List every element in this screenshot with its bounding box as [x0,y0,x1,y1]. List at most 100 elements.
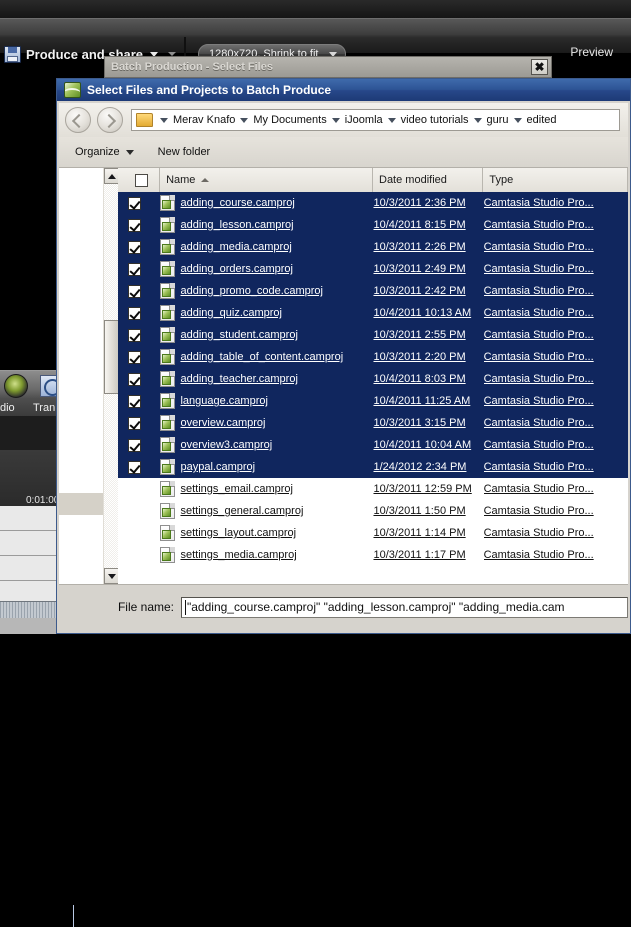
breadcrumb-item-2[interactable]: iJoomla [345,114,383,126]
file-date-text: 10/3/2011 12:59 PM [373,483,472,495]
file-row-checkbox-cell[interactable] [118,240,160,254]
table-row[interactable]: settings_email.camproj 10/3/2011 12:59 PM… [118,478,628,500]
editor-tab-transitions-label[interactable]: Tran [33,402,55,414]
file-row-checkbox-cell[interactable] [118,328,160,342]
select-all-checkbox[interactable] [135,173,149,187]
table-row[interactable]: adding_promo_code.camproj 10/3/2011 2:42 … [118,280,628,302]
table-row[interactable]: overview3.camproj 10/4/2011 10:04 AM Camta… [118,434,628,456]
file-row-checkbox-cell[interactable] [118,218,160,232]
file-name-text: overview.camproj [180,417,266,429]
organize-button[interactable]: Organize [67,141,142,163]
file-row-checkbox-cell[interactable] [118,350,160,364]
file-type-cell: Camtasia Studio Pro... [484,439,628,451]
file-name-input[interactable]: "adding_course.camproj" "adding_lesson.c… [181,596,628,618]
audio-icon[interactable] [4,374,28,398]
scroll-up-icon[interactable] [104,168,119,184]
file-checkbox[interactable] [128,460,141,474]
file-row-checkbox-cell[interactable] [118,284,160,298]
file-row-checkbox-cell[interactable] [118,438,160,452]
navigation-pane-scrollbar[interactable] [103,168,119,584]
table-row[interactable]: settings_layout.camproj 10/3/2011 1:14 PM… [118,522,628,544]
file-name-cell[interactable]: adding_lesson.camproj [160,217,373,233]
timeline-playhead[interactable] [73,905,74,927]
file-checkbox[interactable] [128,372,141,386]
file-name-cell[interactable]: adding_teacher.camproj [160,371,373,387]
address-bar[interactable]: Merav Knafo My Documents iJoomla video t… [131,109,620,131]
file-checkbox[interactable] [128,284,141,298]
table-row[interactable]: paypal.camproj 1/24/2012 2:34 PM Camtasia … [118,456,628,478]
file-row-checkbox-cell[interactable] [118,416,160,430]
file-row-checkbox-cell[interactable] [118,196,160,210]
file-checkbox[interactable] [128,262,141,276]
file-name-cell[interactable]: settings_media.camproj [160,547,373,563]
file-name-cell[interactable]: settings_general.camproj [160,503,373,519]
scrollbar-thumb[interactable] [104,320,119,394]
table-row[interactable]: adding_table_of_content.camproj 10/3/2011… [118,346,628,368]
file-checkbox[interactable] [128,328,141,342]
breadcrumb-item-4[interactable]: guru [487,114,509,126]
table-row[interactable]: adding_media.camproj 10/3/2011 2:26 PM Cam… [118,236,628,258]
file-name-cell[interactable]: adding_quiz.camproj [160,305,373,321]
file-checkbox[interactable] [128,306,141,320]
table-row[interactable]: settings_general.camproj 10/3/2011 1:50 P… [118,500,628,522]
table-row[interactable]: adding_course.camproj 10/3/2011 2:36 PM Ca… [118,192,628,214]
table-row[interactable]: settings_media.camproj 10/3/2011 1:17 PM C… [118,544,628,566]
forward-arrow-icon[interactable] [97,107,123,133]
file-row-checkbox-cell[interactable] [118,460,160,474]
file-list[interactable]: Name Date modified Type adding_course.ca… [118,168,628,584]
dialog-titlebar[interactable]: Select Files and Projects to Batch Produ… [57,79,630,101]
file-row-checkbox-cell[interactable] [118,306,160,320]
table-row[interactable]: adding_lesson.camproj 10/4/2011 8:15 PM Ca… [118,214,628,236]
batch-production-titlebar[interactable]: Batch Production - Select Files ✖ [104,56,552,78]
navigation-pane[interactable] [59,168,119,584]
table-row[interactable]: adding_teacher.camproj 10/4/2011 8:03 PM C… [118,368,628,390]
chevron-down-icon[interactable] [240,117,249,123]
file-checkbox[interactable] [128,394,141,408]
editor-tab-audio-label[interactable]: dio [0,402,15,414]
file-name-cell[interactable]: adding_course.camproj [160,195,373,211]
file-row-checkbox-cell[interactable] [118,394,160,408]
breadcrumb-item-3[interactable]: video tutorials [401,114,469,126]
file-name-cell[interactable]: adding_promo_code.camproj [160,283,373,299]
file-name-cell[interactable]: settings_layout.camproj [160,525,373,541]
chevron-down-icon[interactable] [513,117,522,123]
chevron-down-icon[interactable] [331,117,340,123]
file-name-cell[interactable]: settings_email.camproj [160,481,373,497]
navigation-pane-selected-item[interactable] [59,493,103,515]
breadcrumb-item-1[interactable]: My Documents [253,114,326,126]
file-checkbox[interactable] [128,218,141,232]
file-name-cell[interactable]: adding_student.camproj [160,327,373,343]
table-row[interactable]: overview.camproj 10/3/2011 3:15 PM Camtasi… [118,412,628,434]
file-checkbox[interactable] [128,350,141,364]
breadcrumb-item-5[interactable]: edited [527,114,557,126]
file-name-cell[interactable]: language.camproj [160,393,373,409]
file-name-cell[interactable]: paypal.camproj [160,459,373,475]
chevron-down-icon[interactable] [160,117,168,123]
chevron-down-icon[interactable] [387,117,396,123]
file-checkbox[interactable] [128,240,141,254]
file-name-cell[interactable]: overview3.camproj [160,437,373,453]
table-row[interactable]: adding_quiz.camproj 10/4/2011 10:13 AM Cam… [118,302,628,324]
file-checkbox[interactable] [128,196,141,210]
file-row-checkbox-cell[interactable] [118,262,160,276]
file-checkbox[interactable] [128,438,141,452]
column-header-select-all[interactable] [118,168,161,192]
new-folder-button[interactable]: New folder [150,141,219,163]
column-header-name[interactable]: Name [160,168,373,192]
close-icon[interactable]: ✖ [531,59,548,75]
file-name-cell[interactable]: adding_media.camproj [160,239,373,255]
column-header-type[interactable]: Type [483,168,628,192]
file-checkbox[interactable] [128,416,141,430]
breadcrumb-item-0[interactable]: Merav Knafo [173,114,235,126]
back-arrow-icon[interactable] [65,107,91,133]
file-name-cell[interactable]: adding_orders.camproj [160,261,373,277]
file-name-cell[interactable]: overview.camproj [160,415,373,431]
file-row-checkbox-cell[interactable] [118,372,160,386]
column-header-date-modified[interactable]: Date modified [373,168,484,192]
file-name-cell[interactable]: adding_table_of_content.camproj [160,349,373,365]
table-row[interactable]: adding_orders.camproj 10/3/2011 2:49 PM Ca… [118,258,628,280]
table-row[interactable]: language.camproj 10/4/2011 11:25 AM Camtas… [118,390,628,412]
table-row[interactable]: adding_student.camproj 10/3/2011 2:55 PM C… [118,324,628,346]
chevron-down-icon[interactable] [473,117,482,123]
scroll-down-icon[interactable] [104,568,119,584]
